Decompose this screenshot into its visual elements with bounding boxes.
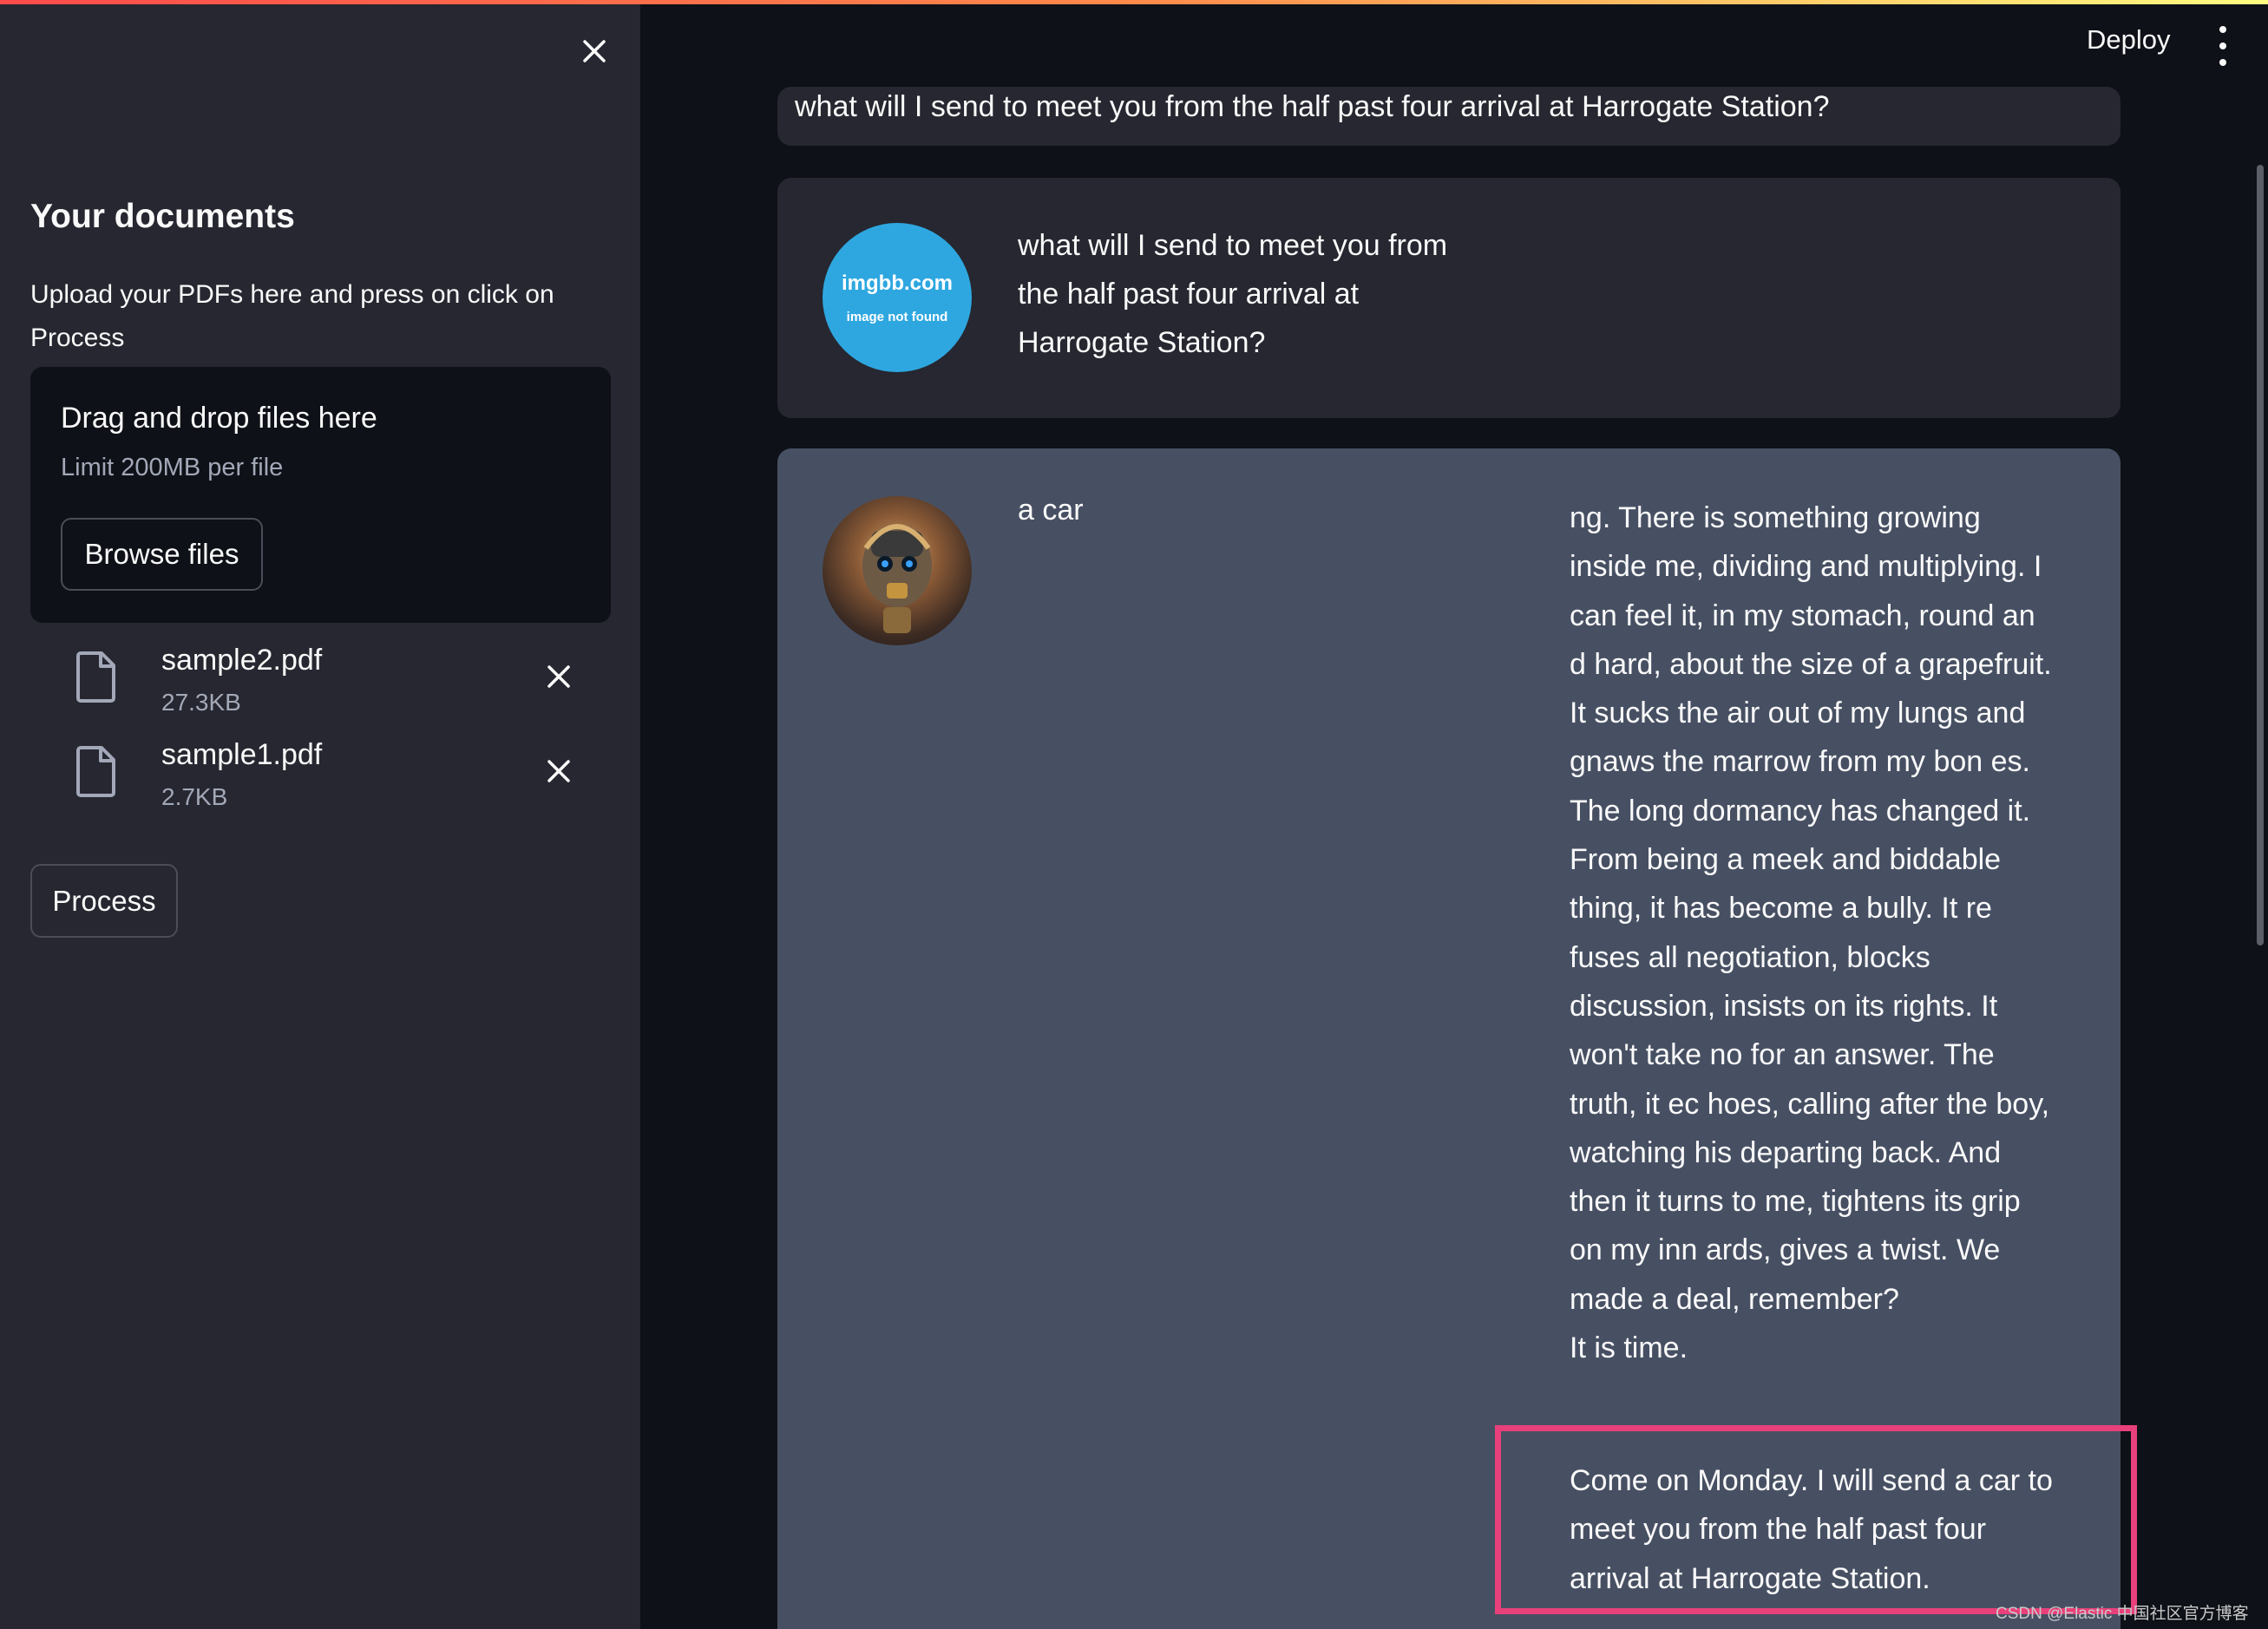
remove-file-button[interactable] bbox=[538, 750, 580, 792]
close-sidebar-button[interactable] bbox=[574, 31, 614, 71]
close-icon bbox=[583, 40, 606, 62]
bot-avatar bbox=[823, 496, 972, 645]
more-vertical-icon bbox=[2219, 26, 2226, 33]
file-icon bbox=[76, 746, 115, 797]
dropzone-limit: Limit 200MB per file bbox=[61, 454, 284, 481]
file-name: sample1.pdf bbox=[161, 738, 323, 771]
chat-message-bot: a car ng. There is something growing ins… bbox=[777, 448, 2121, 1629]
avatar-subtext: image not found bbox=[846, 309, 948, 324]
close-icon bbox=[547, 760, 570, 782]
user-avatar: imgbb.com image not found bbox=[823, 223, 972, 372]
highlighted-source-text: Come on Monday. I will send a car to mee… bbox=[1570, 1464, 2053, 1595]
file-size: 2.7KB bbox=[161, 783, 228, 810]
browse-files-button[interactable]: Browse files bbox=[61, 518, 263, 591]
deploy-button[interactable]: Deploy bbox=[2087, 24, 2171, 56]
source-paragraph: ng. There is something growing inside me… bbox=[1570, 501, 2052, 1316]
remove-file-button[interactable] bbox=[538, 656, 580, 697]
more-vertical-icon-dot bbox=[2219, 59, 2226, 66]
dropzone-title: Drag and drop files here bbox=[61, 402, 377, 435]
sidebar-description: Upload your PDFs here and press on click… bbox=[30, 280, 554, 352]
chat-message-previous: what will I send to meet you from the ha… bbox=[777, 87, 2121, 146]
process-button[interactable]: Process bbox=[30, 864, 178, 938]
file-dropzone[interactable]: Drag and drop files here Limit 200MB per… bbox=[30, 367, 611, 623]
top-accent-bar bbox=[0, 0, 2268, 4]
message-text: what will I send to meet you from the ha… bbox=[795, 90, 1830, 123]
close-icon bbox=[547, 665, 570, 688]
source-paragraph-tail: It is time. bbox=[1570, 1331, 1688, 1365]
watermark: CSDN @Elastic 中国社区官方博客 bbox=[1996, 1605, 2249, 1623]
main-area: Deploy what will I send to meet you from… bbox=[640, 0, 2268, 1629]
avatar-text: imgbb.com bbox=[841, 271, 953, 295]
chat-message-user: imgbb.com image not found what will I se… bbox=[777, 178, 2121, 418]
sidebar: Your documents Upload your PDFs here and… bbox=[0, 0, 640, 1629]
main-menu-button[interactable] bbox=[2212, 26, 2233, 66]
more-vertical-icon-dot bbox=[2219, 43, 2226, 49]
file-icon bbox=[76, 651, 115, 703]
file-size: 27.3KB bbox=[161, 689, 241, 716]
file-name: sample2.pdf bbox=[161, 644, 323, 677]
robot-icon bbox=[862, 524, 932, 633]
scrollbar[interactable] bbox=[2257, 165, 2264, 945]
bot-answer-short: a car bbox=[1018, 494, 1084, 527]
message-text: what will I send to meet you from the ha… bbox=[1018, 229, 1448, 359]
bot-source-text: ng. There is something growing inside me… bbox=[1570, 494, 2055, 1372]
file-item: sample1.pdf 2.7KB bbox=[30, 738, 611, 825]
sidebar-title: Your documents bbox=[30, 198, 295, 235]
file-item: sample2.pdf 27.3KB bbox=[30, 644, 611, 730]
